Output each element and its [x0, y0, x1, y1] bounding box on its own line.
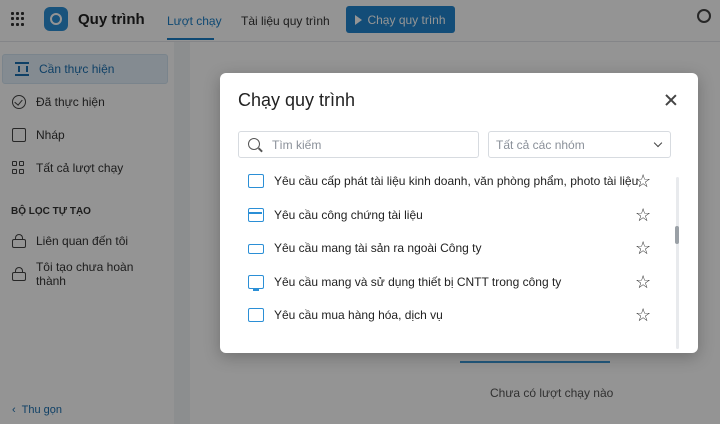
star-icon[interactable]: ☆ — [635, 273, 651, 291]
list-item[interactable]: Yêu cầu cấp phát tài liệu kinh doanh, vă… — [238, 167, 658, 195]
process-list: Yêu cầu cấp phát tài liệu kinh doanh, vă… — [238, 167, 678, 347]
box-icon — [248, 174, 264, 188]
run-process-dialog: Chạy quy trình Tất cả các nhóm Yêu cầu c… — [220, 73, 698, 353]
group-filter-value: Tất cả các nhóm — [496, 138, 585, 152]
list-item[interactable]: Yêu cầu mang tài sản ra ngoài Công ty ☆ — [238, 234, 658, 262]
truck-icon — [248, 244, 264, 254]
list-item-label: Yêu cầu mang tài sản ra ngoài Công ty — [274, 241, 482, 255]
search-icon — [248, 138, 260, 150]
star-icon[interactable]: ☆ — [635, 239, 651, 257]
calendar-icon — [248, 208, 264, 222]
list-scrollbar-thumb[interactable] — [675, 226, 679, 244]
list-item[interactable]: Yêu cầu công chứng tài liệu ☆ — [238, 201, 658, 229]
monitor-icon — [248, 275, 264, 291]
list-item-label: Yêu cầu cấp phát tài liệu kinh doanh, vă… — [274, 174, 639, 188]
list-scrollbar-track[interactable] — [676, 177, 679, 349]
box-icon — [248, 308, 264, 322]
list-item[interactable]: Yêu cầu mua hàng hóa, dịch vụ ☆ — [238, 301, 658, 329]
dialog-title: Chạy quy trình — [238, 90, 356, 110]
search-input[interactable] — [272, 136, 472, 154]
star-icon[interactable]: ☆ — [635, 172, 651, 190]
star-icon[interactable]: ☆ — [635, 206, 651, 224]
list-item-label: Yêu cầu công chứng tài liệu — [274, 208, 423, 222]
list-item[interactable]: Yêu cầu mang và sử dụng thiết bị CNTT tr… — [238, 268, 658, 296]
list-item-label: Yêu cầu mua hàng hóa, dịch vụ — [274, 308, 443, 322]
close-icon[interactable] — [664, 93, 678, 107]
chevron-down-icon — [653, 138, 663, 148]
search-field — [238, 131, 479, 158]
list-item-label: Yêu cầu mang và sử dụng thiết bị CNTT tr… — [274, 275, 562, 289]
group-filter-select[interactable]: Tất cả các nhóm — [488, 131, 671, 158]
star-icon[interactable]: ☆ — [635, 306, 651, 324]
